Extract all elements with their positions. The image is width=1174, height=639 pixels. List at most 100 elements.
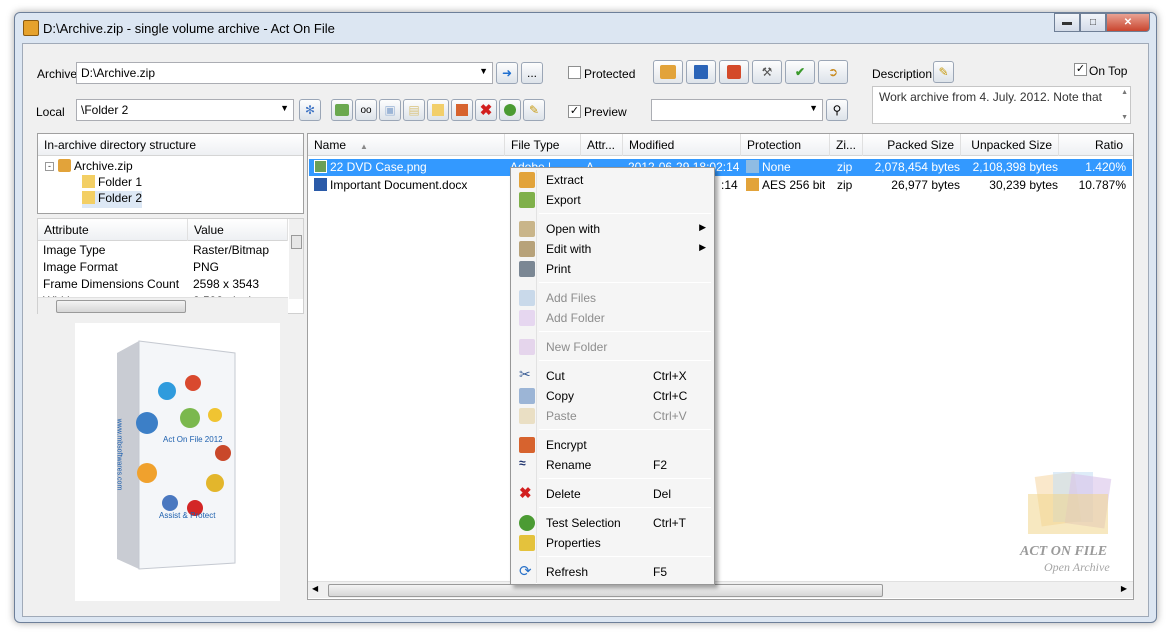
tree-item-label: Folder 1 (98, 175, 143, 189)
preview-box-subtext: Assist & Protect (159, 511, 216, 520)
link-local-button[interactable]: ✻ (299, 99, 321, 121)
edit-description-button[interactable]: ✎ (933, 61, 954, 83)
new-folder-icon (519, 339, 535, 355)
copy-button[interactable]: ▣ (379, 99, 401, 121)
chevron-down-icon[interactable]: ▼ (280, 103, 289, 113)
description-box[interactable]: Work archive from 4. July. 2012. Note th… (872, 86, 1131, 124)
col-attr[interactable]: Attr... (581, 134, 623, 156)
menu-label: Print (546, 262, 571, 276)
browse-button[interactable]: ... (521, 62, 543, 84)
menu-item-refresh[interactable]: ⟳ Refresh F5 (513, 562, 712, 582)
minimize-button[interactable]: ▬ (1054, 13, 1080, 32)
close-button[interactable]: ✕ (1106, 13, 1150, 32)
attribute-vscroll-thumb[interactable] (291, 235, 302, 249)
table-row[interactable]: Important Document.docx Mic :14 AES 256 … (309, 177, 1132, 194)
go-arrow-button[interactable]: ➜ (496, 62, 518, 84)
title-bar[interactable]: D:\Archive.zip - single volume archive -… (15, 13, 1156, 43)
encrypt-toolbar-button[interactable] (719, 60, 749, 84)
col-modified[interactable]: Modified (623, 134, 741, 156)
attribute-vscroll[interactable] (289, 219, 303, 299)
col-ratio[interactable]: Ratio (1059, 134, 1129, 156)
menu-item-open-with[interactable]: Open with ▶ (513, 219, 712, 239)
value-col-header: Value (188, 219, 288, 241)
menu-item-copy[interactable]: Copy Ctrl+C (513, 386, 712, 406)
export-toolbar-button[interactable]: ➲ (818, 60, 848, 84)
menu-item-delete[interactable]: ✖ Delete Del (513, 484, 712, 504)
scroll-right-icon[interactable]: ▶ (1121, 584, 1127, 593)
protected-checkbox[interactable] (568, 66, 581, 79)
menu-item-paste[interactable]: Paste Ctrl+V (513, 406, 712, 426)
directory-tree-panel: In-archive directory structure - Archive… (37, 133, 304, 214)
menu-item-add-files[interactable]: Add Files (513, 288, 712, 308)
add-button[interactable] (331, 99, 353, 121)
menu-item-cut[interactable]: ✂ Cut Ctrl+X (513, 366, 712, 386)
scroll-up-icon[interactable]: ▲ (1121, 89, 1128, 96)
menu-item-edit-with[interactable]: Edit with ▶ (513, 239, 712, 259)
col-protection[interactable]: Protection (741, 134, 830, 156)
menu-item-export[interactable]: Export (513, 190, 712, 210)
view-button[interactable]: oo (355, 99, 377, 121)
menu-separator (539, 360, 711, 361)
chevron-down-icon[interactable]: ▼ (479, 66, 488, 76)
attribute-hscroll-thumb[interactable] (56, 300, 186, 313)
menu-shortcut: Ctrl+V (653, 409, 687, 423)
collapse-toggle[interactable]: - (45, 162, 54, 171)
menu-label: Add Folder (546, 311, 605, 325)
col-type[interactable]: File Type (505, 134, 581, 156)
ontop-checkbox[interactable]: ✓ (1074, 63, 1087, 76)
search-icon: ⚲ (832, 103, 842, 117)
menu-item-properties[interactable]: Properties (513, 533, 712, 553)
preview-checkbox[interactable]: ✓ (568, 105, 581, 118)
col-name[interactable]: Name ▲ (308, 134, 505, 156)
test-button[interactable] (499, 99, 521, 121)
menu-item-test-selection[interactable]: Test Selection Ctrl+T (513, 513, 712, 533)
chevron-down-icon[interactable]: ▼ (809, 103, 818, 113)
local-path-combo[interactable]: \Folder 2 ▼ (76, 99, 294, 121)
attribute-value: Raster/Bitmap (193, 243, 270, 257)
scroll-left-icon[interactable]: ◀ (312, 584, 318, 593)
test-toolbar-button[interactable]: ✔ (785, 60, 815, 84)
menu-shortcut: F2 (653, 458, 668, 472)
archive-path-combo[interactable]: D:\Archive.zip ▼ (76, 62, 493, 84)
tree-root[interactable]: Archive.zip (58, 159, 133, 176)
file-protection-cell: None (746, 160, 791, 174)
delete-button[interactable]: ✖ (475, 99, 497, 121)
submenu-arrow-icon: ▶ (699, 242, 706, 252)
new-folder-button[interactable] (427, 99, 449, 121)
menu-item-new-folder[interactable]: New Folder (513, 337, 712, 357)
menu-item-extract[interactable]: Extract (513, 170, 712, 190)
file-protection-cell: AES 256 bit (746, 178, 825, 192)
attribute-col-header: Attribute (38, 219, 188, 241)
maximize-button[interactable]: □ (1080, 13, 1106, 32)
paste-button[interactable]: ▤ (403, 99, 425, 121)
menu-item-rename[interactable]: ≈ Rename F2 (513, 455, 712, 475)
table-row[interactable]: 22 DVD Case.png Adobe Fir A 2012-06-29 1… (309, 159, 1132, 176)
tree-item-folder-1[interactable]: Folder 1 (82, 175, 142, 192)
app-icon (23, 20, 39, 36)
tools-toolbar-button[interactable]: ⚒ (752, 60, 782, 84)
search-button[interactable]: ⚲ (826, 99, 848, 121)
col-zip[interactable]: Zi... (830, 134, 863, 156)
tree-item-label: Folder 2 (98, 191, 143, 205)
save-toolbar-button[interactable] (686, 60, 716, 84)
col-packed[interactable]: Packed Size (863, 134, 961, 156)
extract-toolbar-button[interactable] (653, 60, 683, 84)
menu-shortcut: Ctrl+C (653, 389, 688, 403)
menu-item-add-folder[interactable]: Add Folder (513, 308, 712, 328)
file-modified: :14 (721, 178, 738, 192)
properties-button[interactable]: ✎ (523, 99, 545, 121)
file-list-hscroll[interactable]: ◀ ▶ (308, 581, 1133, 598)
scroll-down-icon[interactable]: ▼ (1121, 114, 1128, 121)
tree-item-folder-2[interactable]: Folder 2 (82, 191, 143, 208)
ontop-label: On Top (1089, 64, 1128, 78)
preview-label: Preview (584, 105, 627, 119)
protect-button[interactable] (451, 99, 473, 121)
file-ratio: 1.420% (1085, 160, 1126, 174)
menu-item-encrypt[interactable]: Encrypt (513, 435, 712, 455)
search-combo[interactable]: ▼ (651, 99, 823, 121)
file-list-hscroll-thumb[interactable] (328, 584, 883, 597)
menu-item-print[interactable]: Print (513, 259, 712, 279)
check-icon: ✔ (794, 65, 806, 79)
col-unpacked[interactable]: Unpacked Size (961, 134, 1059, 156)
attribute-hscroll[interactable] (38, 297, 288, 314)
